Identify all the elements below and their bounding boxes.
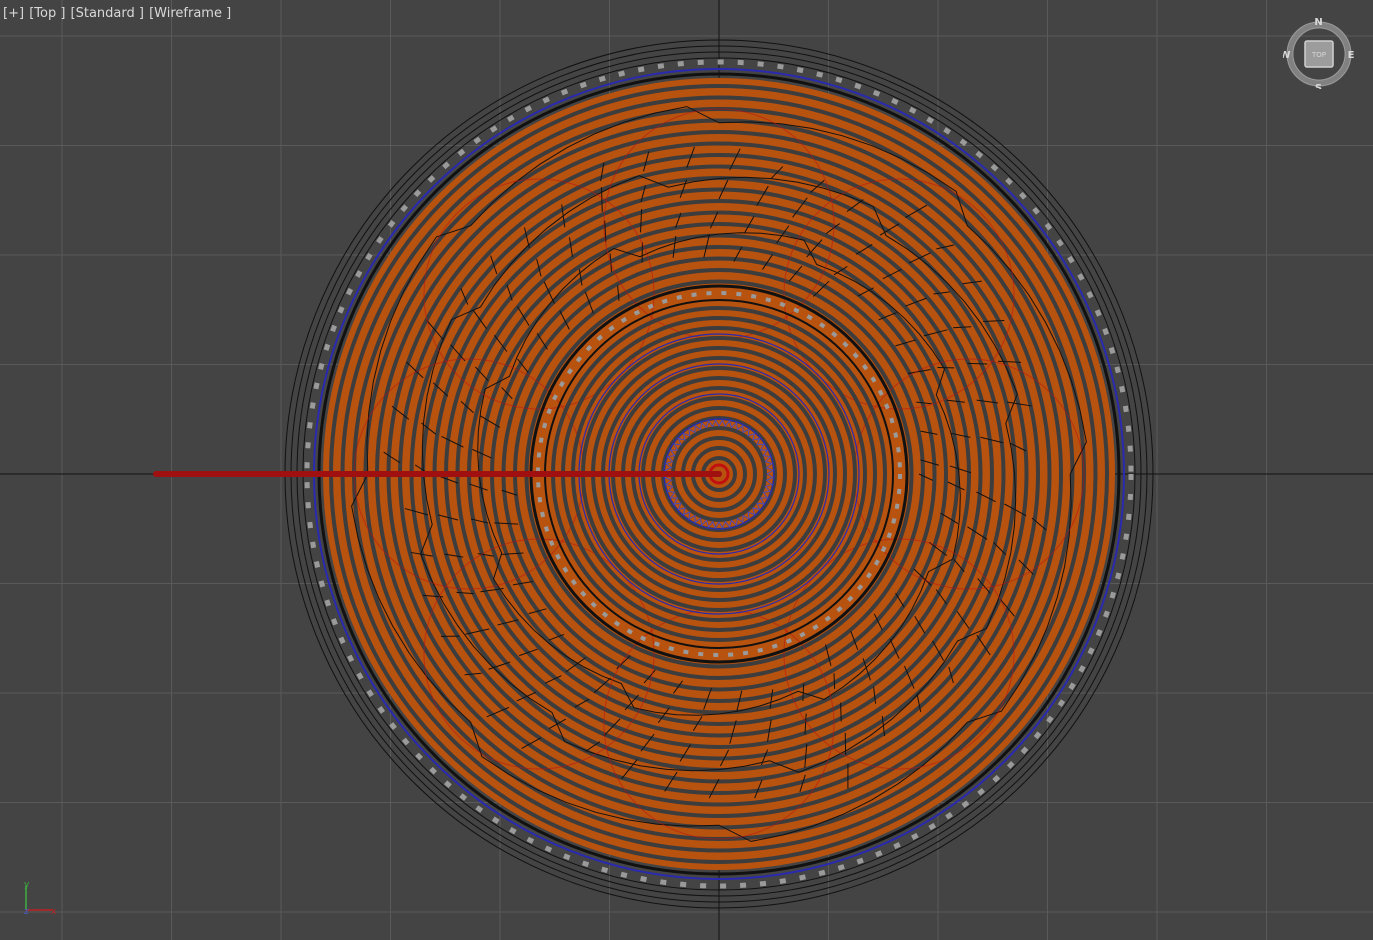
viewcube-south-label[interactable]: S [1315, 83, 1322, 89]
z-axis-label: z [24, 907, 29, 917]
axis-tripod-icon: y z x [24, 880, 57, 917]
radial-wire-stroke [833, 673, 836, 689]
viewcube-east-label[interactable]: E [1348, 50, 1355, 61]
radial-wire-stroke [967, 362, 988, 365]
viewport-canvas[interactable] [0, 0, 1373, 940]
viewcube-west-label[interactable]: W [1283, 50, 1291, 61]
viewport-shading-standard-menu[interactable]: [Standard ] [71, 6, 144, 21]
viewport-point-of-view-menu[interactable]: [Top ] [29, 6, 65, 21]
viewport-plus-menu[interactable]: [+] [3, 6, 24, 21]
viewcube-north-label[interactable]: N [1314, 17, 1322, 28]
x-axis-label: x [51, 907, 57, 917]
viewcube-face-label: TOP [1311, 51, 1326, 59]
viewport-label-menu: [+] [Top ] [Standard ] [Wireframe ] [3, 6, 232, 21]
viewport-display-mode-menu[interactable]: [Wireframe ] [149, 6, 231, 21]
radial-wire-stroke [840, 702, 842, 722]
top-viewport[interactable]: [+] [Top ] [Standard ] [Wireframe ] TOP … [0, 0, 1373, 940]
viewcube[interactable]: TOP N S W E [1283, 17, 1355, 89]
circular-mesh-object[interactable] [153, 39, 1154, 909]
y-axis-label: y [24, 880, 30, 890]
